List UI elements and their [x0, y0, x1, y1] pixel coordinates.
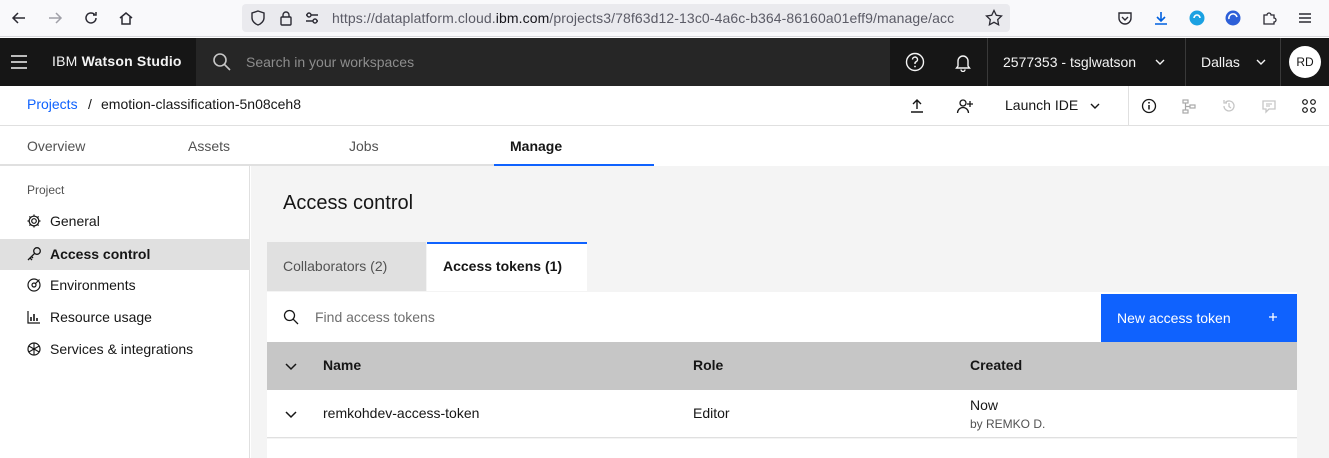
expand-row-chevron-icon[interactable] [283, 406, 299, 422]
workspace-search-input[interactable] [246, 50, 866, 74]
url-bar[interactable]: https://dataplatform.cloud.ibm.com/proje… [242, 4, 1010, 32]
home-icon[interactable] [116, 8, 136, 28]
sidebar-item-label: Services & integrations [50, 341, 194, 357]
project-name: emotion-classification-5n08ceh8 [101, 96, 301, 112]
token-role: Editor [693, 405, 730, 421]
tab-collaborators[interactable]: Collaborators (2) [267, 242, 426, 291]
find-tokens-input[interactable] [315, 305, 1075, 329]
project-tabs: Overview Assets Jobs Manage [0, 126, 1329, 166]
table-header: Name Role Created [267, 342, 1297, 390]
browser-menu-icon[interactable] [1295, 8, 1315, 28]
column-header-name[interactable]: Name [323, 357, 361, 373]
search-icon [283, 309, 299, 325]
header-divider [1280, 38, 1281, 86]
lock-icon[interactable] [278, 10, 294, 26]
search-icon [212, 52, 232, 72]
gear-icon [26, 213, 42, 229]
integrations-icon [26, 341, 42, 357]
key-icon [26, 246, 42, 262]
account-switcher[interactable]: 2577353 - tsglwatson [988, 38, 1184, 86]
help-icon[interactable] [891, 38, 939, 86]
column-header-created[interactable]: Created [970, 357, 1022, 373]
workspace-search [196, 38, 890, 86]
chevron-down-icon [1154, 56, 1166, 68]
tokens-toolbar: New access token [267, 292, 1297, 342]
avatar[interactable]: RD [1289, 46, 1321, 78]
back-icon[interactable] [9, 8, 29, 28]
flow-icon[interactable] [1179, 96, 1199, 116]
sidebar-item-label: General [50, 213, 100, 229]
pocket-icon[interactable] [1115, 8, 1135, 28]
expand-all-chevron-icon[interactable] [283, 358, 299, 374]
chart-bar-icon [26, 309, 42, 325]
tab-access-tokens[interactable]: Access tokens (1) [427, 242, 587, 291]
history-icon[interactable] [1219, 96, 1239, 116]
hamburger-menu-icon[interactable] [0, 38, 38, 86]
sidebar-item-environments[interactable]: Environments [0, 270, 250, 301]
token-created-by: by REMKO D. [970, 417, 1046, 431]
extension-edge-icon[interactable] [1223, 8, 1243, 28]
table-row[interactable]: remkohdev-access-token Editor Now by REM… [267, 390, 1297, 438]
notification-bell-icon[interactable] [939, 38, 987, 86]
new-access-token-button[interactable]: New access token [1101, 294, 1297, 342]
apps-switcher-icon[interactable] [1299, 96, 1319, 116]
bookmark-star-icon[interactable] [985, 9, 1003, 27]
chevron-down-icon[interactable] [1085, 96, 1105, 116]
launch-ide-button[interactable]: Launch IDE [1005, 97, 1078, 113]
page-title: Access control [283, 192, 414, 214]
forward-icon[interactable] [45, 8, 65, 28]
app-header: IBM Watson Studio 2577353 - tsglwatson D… [0, 38, 1329, 86]
info-icon[interactable] [1139, 96, 1159, 116]
comment-icon[interactable] [1259, 96, 1279, 116]
plus-icon [1265, 309, 1281, 325]
token-created: Now [970, 397, 999, 413]
table-footer [267, 439, 1297, 458]
tab-overview[interactable]: Overview [0, 126, 170, 166]
sidebar-item-services-integrations[interactable]: Services & integrations [0, 334, 250, 365]
extension-blue-icon[interactable] [1187, 8, 1207, 28]
column-header-role[interactable]: Role [693, 357, 723, 373]
token-name: remkohdev-access-token [323, 405, 480, 421]
manage-sidebar: Project General Access control Environme… [0, 166, 250, 458]
breadcrumb: Projects / emotion-classification-5n08ce… [0, 86, 1329, 126]
add-user-icon[interactable] [955, 96, 975, 116]
tab-assets[interactable]: Assets [161, 126, 333, 166]
sidebar-item-label: Resource usage [50, 309, 152, 325]
url-text: https://dataplatform.cloud.ibm.com/proje… [332, 10, 955, 26]
sidebar-heading: Project [27, 183, 65, 197]
brand-name[interactable]: IBM Watson Studio [52, 53, 182, 69]
tab-jobs[interactable]: Jobs [322, 126, 494, 166]
upload-icon[interactable] [907, 96, 927, 116]
shield-icon[interactable] [250, 10, 266, 26]
sidebar-item-label: Access control [50, 246, 151, 262]
sidebar-item-resource-usage[interactable]: Resource usage [0, 302, 250, 333]
browser-toolbar: https://dataplatform.cloud.ibm.com/proje… [0, 0, 1329, 37]
sidebar-item-access-control[interactable]: Access control [0, 239, 250, 270]
breadcrumb-separator: / [88, 96, 92, 112]
extensions-puzzle-icon[interactable] [1259, 8, 1279, 28]
main-content: Access control Collaborators (2) Access … [251, 166, 1329, 458]
sidebar-item-general[interactable]: General [0, 206, 250, 237]
region-switcher[interactable]: Dallas [1186, 38, 1280, 86]
sidebar-item-label: Environments [50, 277, 136, 293]
reload-icon[interactable] [81, 8, 101, 28]
download-icon[interactable] [1151, 8, 1171, 28]
breadcrumb-projects-link[interactable]: Projects [27, 96, 78, 112]
chevron-down-icon [1255, 56, 1267, 68]
environment-icon [26, 277, 42, 293]
tab-manage[interactable]: Manage [494, 126, 654, 166]
permissions-icon[interactable] [304, 10, 320, 26]
toolbar-divider [1128, 86, 1129, 126]
